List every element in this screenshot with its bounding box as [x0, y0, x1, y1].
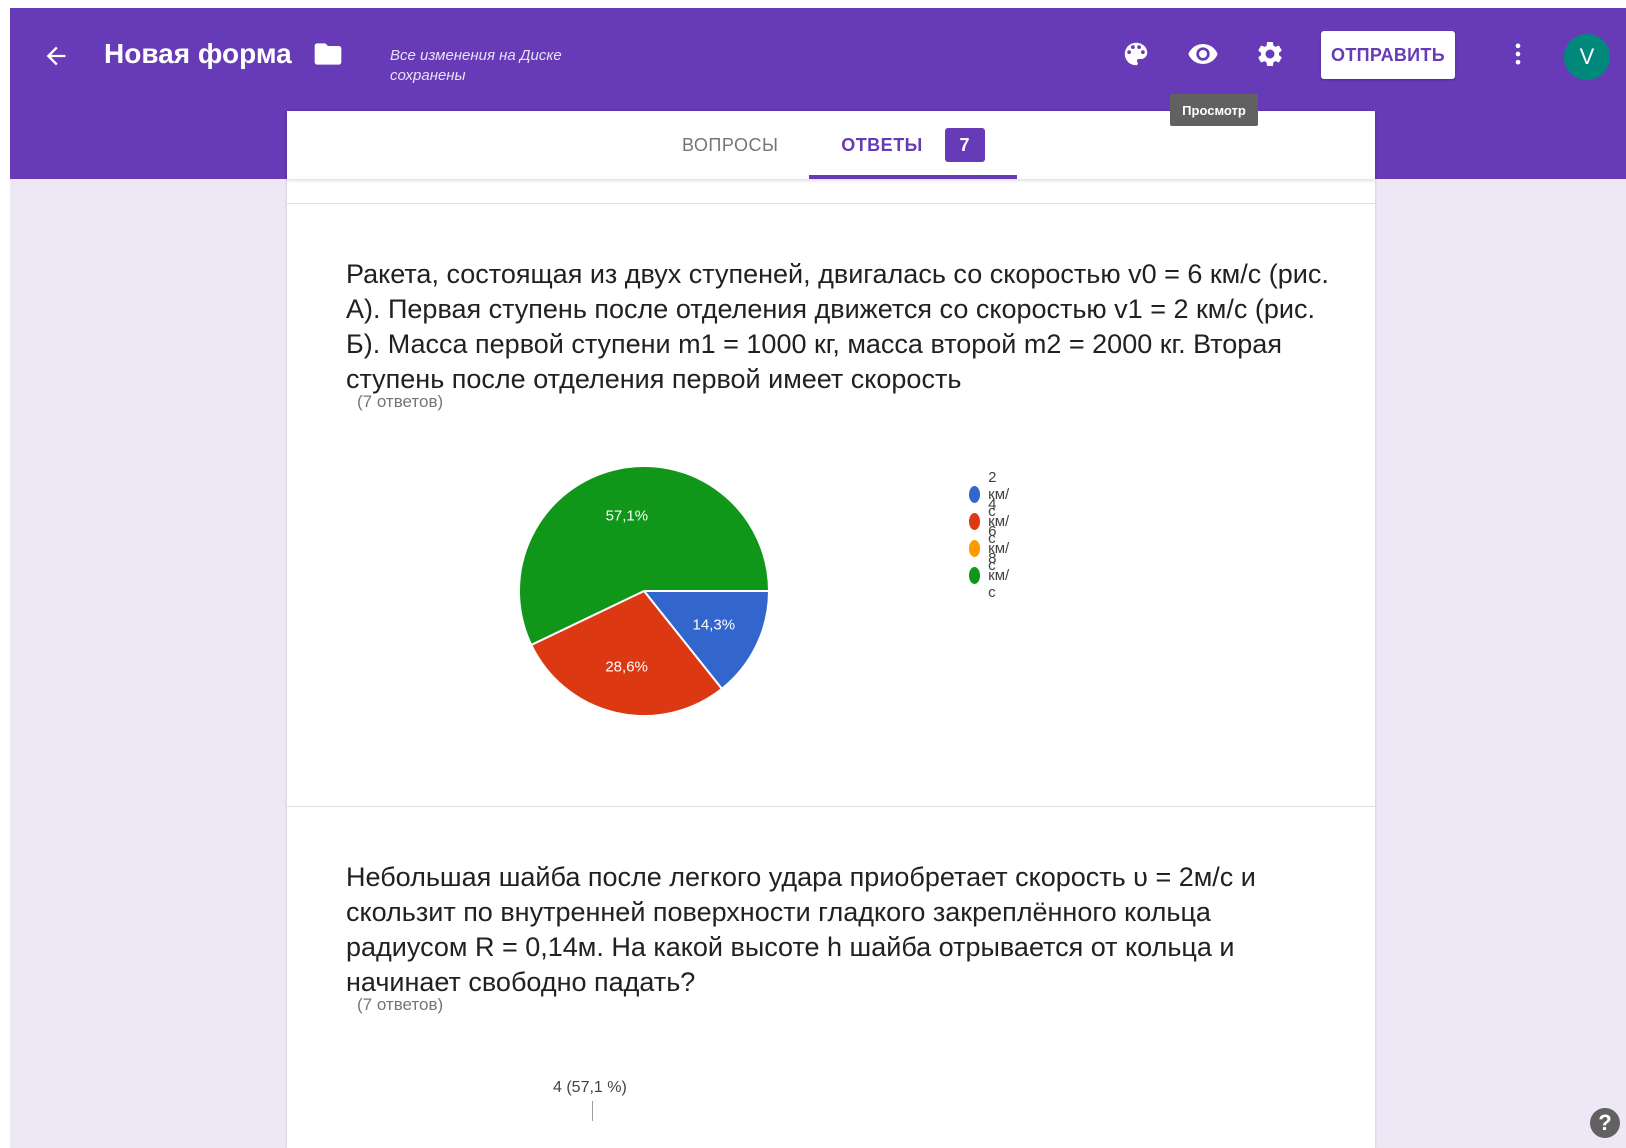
legend-swatch — [969, 567, 981, 584]
more-options-button[interactable] — [1496, 32, 1540, 76]
form-title[interactable]: Новая форма — [104, 38, 292, 70]
pie-slice-label: 14,3% — [693, 617, 736, 634]
more-vert-icon — [1515, 43, 1521, 65]
help-icon: ? — [1598, 1110, 1612, 1135]
pie-slice-label: 57,1% — [606, 507, 649, 524]
question-text: Ракета, состоящая из двух ступеней, двиг… — [346, 259, 1329, 394]
palette-button[interactable] — [1114, 32, 1158, 76]
tab-answers-label: ОТВЕТЫ — [841, 134, 923, 155]
section-divider — [287, 806, 1375, 807]
settings-button[interactable] — [1248, 32, 1292, 76]
pie-chart: 14,3% 28,6% 57,1% — [518, 465, 771, 717]
avatar[interactable]: V — [1564, 34, 1610, 80]
preview-button[interactable] — [1181, 32, 1225, 76]
arrow-back-icon — [46, 46, 66, 66]
send-button[interactable]: ОТПРАВИТЬ — [1321, 31, 1455, 79]
back-button[interactable] — [34, 34, 78, 78]
help-button[interactable]: ? — [1590, 1108, 1620, 1138]
section-divider — [287, 203, 1375, 204]
move-to-folder-button[interactable] — [306, 32, 350, 76]
answers-count-badge: 7 — [944, 128, 985, 162]
legend-item: 8 км/с — [969, 550, 1015, 601]
form-content: ВОПРОСЫ ОТВЕТЫ 7 Ракета, состоящая из дв… — [287, 111, 1375, 1148]
eye-icon — [1188, 44, 1218, 64]
active-tab-indicator — [809, 175, 1017, 179]
tab-answers[interactable]: ОТВЕТЫ 7 — [809, 111, 1017, 179]
tab-questions[interactable]: ВОПРОСЫ — [682, 111, 778, 179]
pie-slice-label: 28,6% — [605, 659, 648, 676]
legend-label: 8 км/с — [988, 550, 1010, 601]
palette-icon — [1124, 42, 1148, 66]
response-count: (7 ответов) — [357, 392, 444, 411]
folder-icon — [314, 43, 342, 65]
app-frame: Новая форма Все изменения на Диске сохра… — [10, 8, 1626, 1148]
gear-icon — [1258, 41, 1282, 66]
bar-data-label: 4 (57,1 %) — [553, 1079, 627, 1096]
response-count: (7 ответов) — [357, 995, 444, 1014]
question-text: Небольшая шайба после легкого удара прио… — [346, 862, 1256, 997]
save-status: Все изменения на Диске сохранены — [390, 47, 562, 84]
preview-tooltip: Просмотр — [1170, 94, 1258, 126]
bar-tick — [592, 1101, 593, 1121]
